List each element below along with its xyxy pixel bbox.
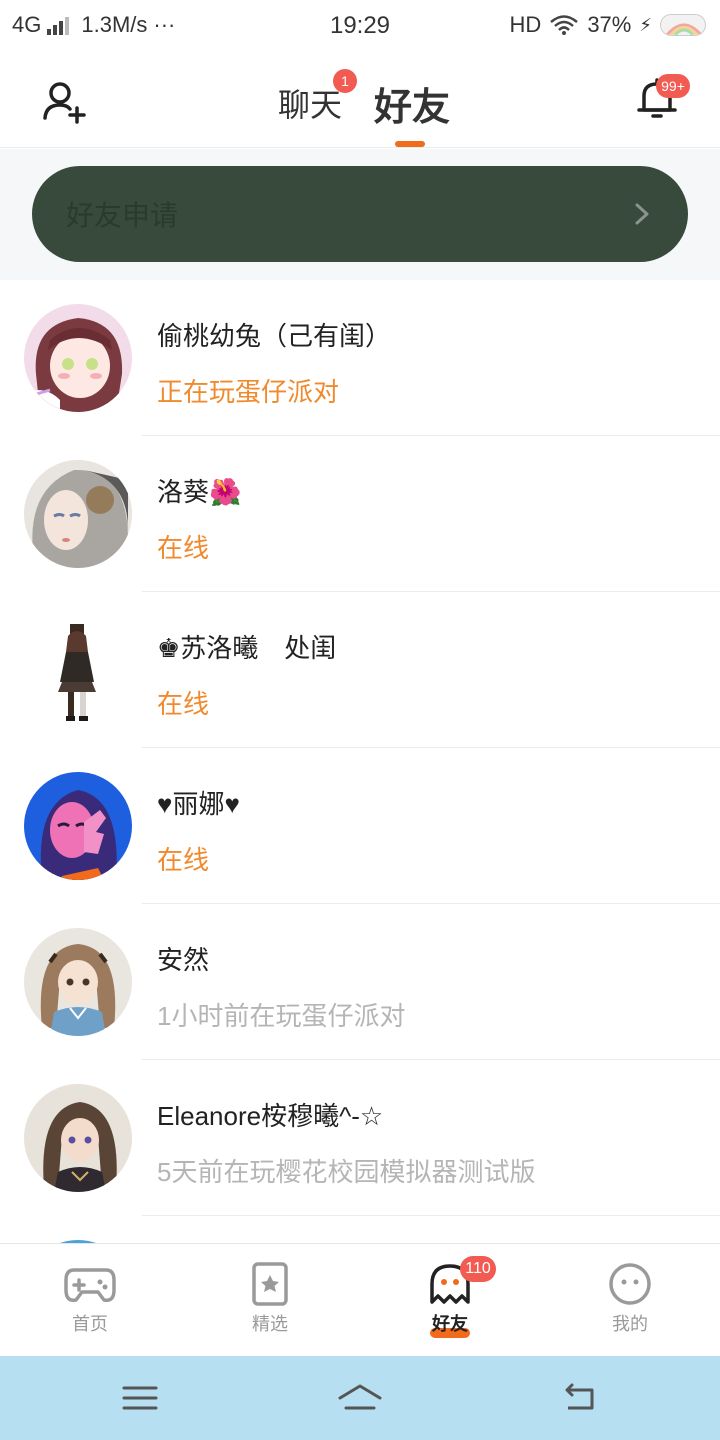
nav-label: 好友	[432, 1314, 468, 1334]
nav-item-friends[interactable]: 好友	[360, 1244, 540, 1357]
menu-icon[interactable]	[120, 1378, 160, 1418]
nav-label: 精选	[252, 1314, 288, 1334]
friend-row[interactable]: 安然 1小时前在玩蛋仔派对	[0, 904, 720, 1060]
avatar	[24, 460, 132, 568]
friend-name: ♚苏洛曦 处闺	[157, 633, 337, 663]
star-icon	[252, 1262, 288, 1306]
friend-request-button[interactable]: 好友申请	[32, 166, 688, 262]
friend-status: 在线	[157, 533, 210, 563]
friend-status: 正在玩蛋仔派对	[157, 377, 340, 407]
tab-friends[interactable]: 好友	[374, 76, 450, 131]
home-icon[interactable]	[336, 1378, 384, 1418]
nav-item-home[interactable]: 首页	[0, 1244, 180, 1357]
friend-status: 1小时前在玩蛋仔派对	[157, 1001, 406, 1031]
wifi-icon	[550, 15, 579, 35]
battery-percent: 37%	[587, 12, 632, 37]
smiley-icon	[609, 1263, 651, 1305]
friend-status: 在线	[157, 689, 210, 719]
friend-name: 安然	[157, 945, 210, 975]
friend-row[interactable]: Eleanore桉穆曦^-☆ 5天前在玩樱花校园模拟器测试版	[0, 1060, 720, 1216]
charging-icon: ⚡	[639, 14, 652, 35]
add-friend-icon[interactable]	[40, 78, 88, 126]
friend-request-section: 好友申请	[0, 149, 720, 280]
notification-badge: 99+	[656, 74, 690, 98]
battery-icon	[660, 14, 706, 36]
tab-chat[interactable]: 聊天	[278, 80, 342, 126]
friend-name: ♥丽娜♥	[157, 789, 240, 819]
friend-row[interactable]: 偷桃幼兔（己有闺） 正在玩蛋仔派对	[0, 280, 720, 436]
friend-row[interactable]: ♥丽娜♥ 在线	[0, 748, 720, 904]
friend-row[interactable]: ♚苏洛曦 处闺 在线	[0, 592, 720, 748]
friend-status: 在线	[157, 845, 210, 875]
friend-row[interactable]: 洛葵🌺 在线	[0, 436, 720, 592]
bottom-nav: 首页 精选 好友 110 我的	[0, 1243, 720, 1356]
friends-badge: 110	[460, 1256, 496, 1282]
nav-item-me[interactable]: 我的	[540, 1244, 720, 1357]
top-header: 聊天 1 好友 99+	[0, 52, 720, 148]
friend-list: 偷桃幼兔（己有闺） 正在玩蛋仔派对 洛葵🌺 在线 ♚苏洛曦 处闺 在线 ♥丽娜♥…	[0, 280, 720, 1372]
nav-label: 我的	[612, 1314, 648, 1334]
chat-unread-badge: 1	[333, 69, 357, 93]
hd-indicator: HD	[509, 12, 542, 37]
friend-name: 洛葵🌺	[157, 477, 242, 507]
nav-label: 首页	[72, 1314, 108, 1334]
avatar	[24, 1084, 132, 1192]
back-icon[interactable]	[560, 1378, 600, 1418]
avatar	[24, 616, 132, 724]
avatar	[24, 772, 132, 880]
friend-name: 偷桃幼兔（己有闺）	[157, 321, 392, 351]
nav-item-featured[interactable]: 精选	[180, 1244, 360, 1357]
friend-status: 5天前在玩樱花校园模拟器测试版	[157, 1157, 536, 1187]
chevron-right-icon	[635, 203, 649, 225]
system-nav-bar	[0, 1356, 720, 1440]
friend-request-label: 好友申请	[66, 200, 179, 231]
friend-name: Eleanore桉穆曦^-☆	[157, 1101, 384, 1131]
status-bar: 4G 1.3M/s ··· 19:29 HD 37% ⚡	[0, 0, 720, 52]
active-tab-indicator	[395, 141, 425, 147]
status-right: HD 37% ⚡	[510, 12, 706, 38]
gamepad-icon	[64, 1268, 116, 1303]
avatar	[24, 304, 132, 412]
avatar	[24, 928, 132, 1036]
